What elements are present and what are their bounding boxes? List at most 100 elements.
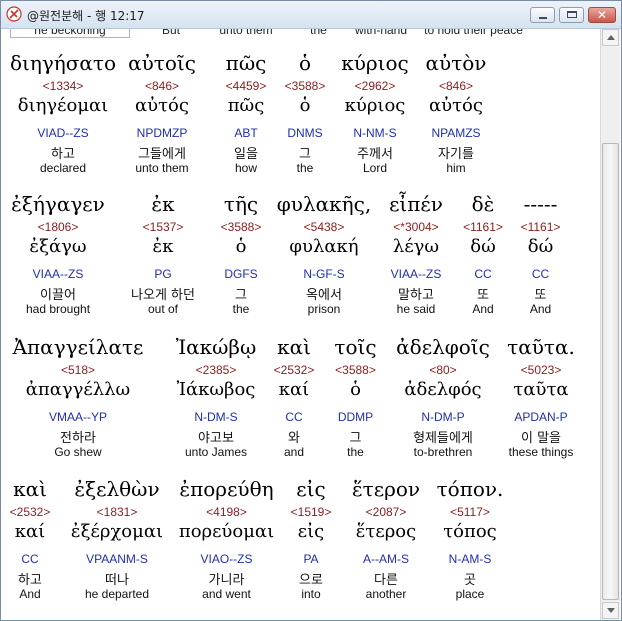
morphology-code[interactable]: APDAN-P [496,410,586,424]
lemma: ὁ [235,236,247,257]
morphology-code[interactable]: PA [286,552,336,566]
strong-number[interactable]: <1831> [62,505,172,519]
morphology-code[interactable]: N-DM-P [388,410,498,424]
maximize-button[interactable] [559,7,584,23]
morphology-code[interactable]: VMAA--YP [3,410,153,424]
lemma: φυλακή [289,236,359,257]
english-gloss: prison [307,302,341,316]
strong-number[interactable]: <5117> [425,505,515,519]
morphology-code[interactable]: NPDMZP [112,126,212,140]
minimize-icon [539,17,547,19]
strong-number[interactable]: <2532> [264,363,324,377]
morphology-code[interactable]: N-DM-S [166,410,266,424]
morphology-code[interactable]: CC [5,552,55,566]
morphology-code[interactable]: VIAO--ZS [174,552,279,566]
scroll-thumb[interactable] [602,143,619,600]
morphology-code[interactable]: N-NM-S [327,126,423,140]
morphology-code[interactable]: N-GF-S [274,267,374,281]
word-column[interactable]: τοῖς <3588> ὁ DDMP 그 the [323,335,388,485]
strong-number[interactable]: <4198> [174,505,279,519]
scroll-up-button[interactable] [602,29,619,46]
morphology-code[interactable]: NPAMZS [411,126,501,140]
korean-gloss: 이끌어 [40,288,76,303]
strong-number[interactable]: <2532> [5,505,55,519]
close-button[interactable]: ✕ [588,7,616,23]
word-column[interactable]: ἐξήγαγεν <1806> ἐξάγω VIAA--ZS 이끌어 had b… [1,192,118,342]
morphology-code[interactable]: CC [264,410,324,424]
verse-row: καὶ <2532> καί CC 하고 And ἐξελθὼν <1831> … [1,477,601,620]
strong-number[interactable]: <846> [411,79,501,93]
word-column[interactable]: κύριος <2962> κύριος N-NM-S 주께서 Lord [327,51,423,201]
strong-number[interactable]: <1161> [458,220,508,234]
word-column[interactable]: τῆς <3588> ὁ DGFS 그 the [206,192,276,342]
strong-number[interactable]: <5438> [274,220,374,234]
word-column[interactable]: ἐπορεύθη <4198> πορεύομαι VIAO--ZS 가니라 a… [174,477,279,620]
greek-word: ἕτερον [351,477,421,501]
strong-number[interactable]: <1806> [1,220,118,234]
scroll-down-button[interactable] [602,602,619,619]
word-column[interactable]: καὶ <2532> καί CC 와 and [264,335,324,485]
morphology-code[interactable]: DDMP [323,410,388,424]
word-column[interactable]: εἶπέν <*3004> λέγω VIAA--ZS 말하고 he said [376,192,456,342]
verse-row: διηγήσατο <1334> διηγέομαι VIAD--ZS 하고 d… [1,51,601,201]
greek-word: φυλακῆς, [276,192,372,216]
prev-gloss: to hold their peace [424,29,523,37]
word-column[interactable]: αὐτοῖς <846> αὐτός NPDMZP 그들에게 unto them [112,51,212,201]
word-column[interactable]: δὲ <1161> δώ CC 또 And [458,192,508,342]
strong-number[interactable]: <518> [3,363,153,377]
morphology-code[interactable]: PG [118,267,208,281]
word-column[interactable]: φυλακῆς, <5438> φυλακή N-GF-S 옥에서 prison [274,192,374,342]
word-column[interactable]: τόπον. <5117> τόπος N-AM-S 곳 place [425,477,515,620]
korean-gloss: 하고 [18,573,42,588]
title-bar[interactable]: @원전분해 - 행 12:17 ✕ [1,1,621,29]
strong-number[interactable]: <846> [112,79,212,93]
morphology-code[interactable]: CC [458,267,508,281]
greek-word: ἐξήγαγεν [11,192,105,216]
morphology-code[interactable]: DGFS [206,267,276,281]
word-column[interactable]: ἐκ <1537> ἐκ PG 나오게 하던 out of [118,192,208,342]
english-gloss: out of [147,302,179,316]
window-title: @원전분해 - 행 12:17 [27,9,145,23]
strong-number[interactable]: <1161> [513,220,568,234]
strong-number[interactable]: <5023> [496,363,586,377]
korean-gloss: 떠나 [105,573,129,588]
morphology-code[interactable]: VIAA--ZS [376,267,456,281]
word-column[interactable]: Ἰακώβῳ <2385> Ἰάκωβος N-DM-S 야고보 unto Ja… [166,335,266,485]
word-column[interactable]: αὐτὸν <846> αὐτός NPAMZS 자기를 him [411,51,501,201]
lemma: κύριος [344,95,406,116]
morphology-code[interactable]: VIAA--ZS [1,267,118,281]
vertical-scrollbar[interactable] [600,29,620,620]
maximize-icon [567,11,577,18]
korean-gloss: 전하라 [60,431,96,446]
word-column[interactable]: εἰς <1519> εἰς PA 으로 into [286,477,336,620]
strong-number[interactable]: <2087> [341,505,431,519]
english-gloss: had brought [25,302,91,316]
strong-number[interactable]: <1537> [118,220,208,234]
strong-number[interactable]: <2962> [327,79,423,93]
strong-number[interactable]: <3588> [206,220,276,234]
english-gloss: Lord [362,161,388,175]
strong-number[interactable]: <*3004> [376,220,456,234]
word-column[interactable]: ἀδελφοῖς <80> ἀδελφός N-DM-P 형제들에게 to-br… [388,335,498,485]
word-column[interactable]: ----- <1161> δώ CC 또 And [513,192,568,342]
strong-number[interactable]: <2385> [166,363,266,377]
minimize-button[interactable] [530,7,555,23]
prev-gloss[interactable]: he beckoning [10,29,130,38]
lemma: Ἰάκωβος [176,379,256,400]
word-column[interactable]: Ἀπαγγείλατε <518> ἀπαγγέλλω VMAA--YP 전하라… [3,335,153,485]
morphology-code[interactable]: N-AM-S [425,552,515,566]
morphology-code[interactable]: CC [513,267,568,281]
word-column[interactable]: ταῦτα. <5023> ταῦτα APDAN-P 이 말을 these t… [496,335,586,485]
strong-number[interactable]: <3588> [323,363,388,377]
word-column[interactable]: καὶ <2532> καί CC 하고 And [5,477,55,620]
strong-number[interactable]: <1519> [286,505,336,519]
morphology-code[interactable]: A--AM-S [341,552,431,566]
greek-word: δὲ [471,192,495,216]
lemma: καί [14,521,46,542]
word-column[interactable]: ἐξελθὼν <1831> ἐξέρχομαι VPAANM-S 떠나 he … [62,477,172,620]
morphology-code[interactable]: VPAANM-S [62,552,172,566]
greek-word: ἐκ [151,192,175,216]
word-column[interactable]: ἕτερον <2087> ἕτερος A--AM-S 다른 another [341,477,431,620]
strong-number[interactable]: <80> [388,363,498,377]
lemma: ἀδελφός [404,379,482,400]
